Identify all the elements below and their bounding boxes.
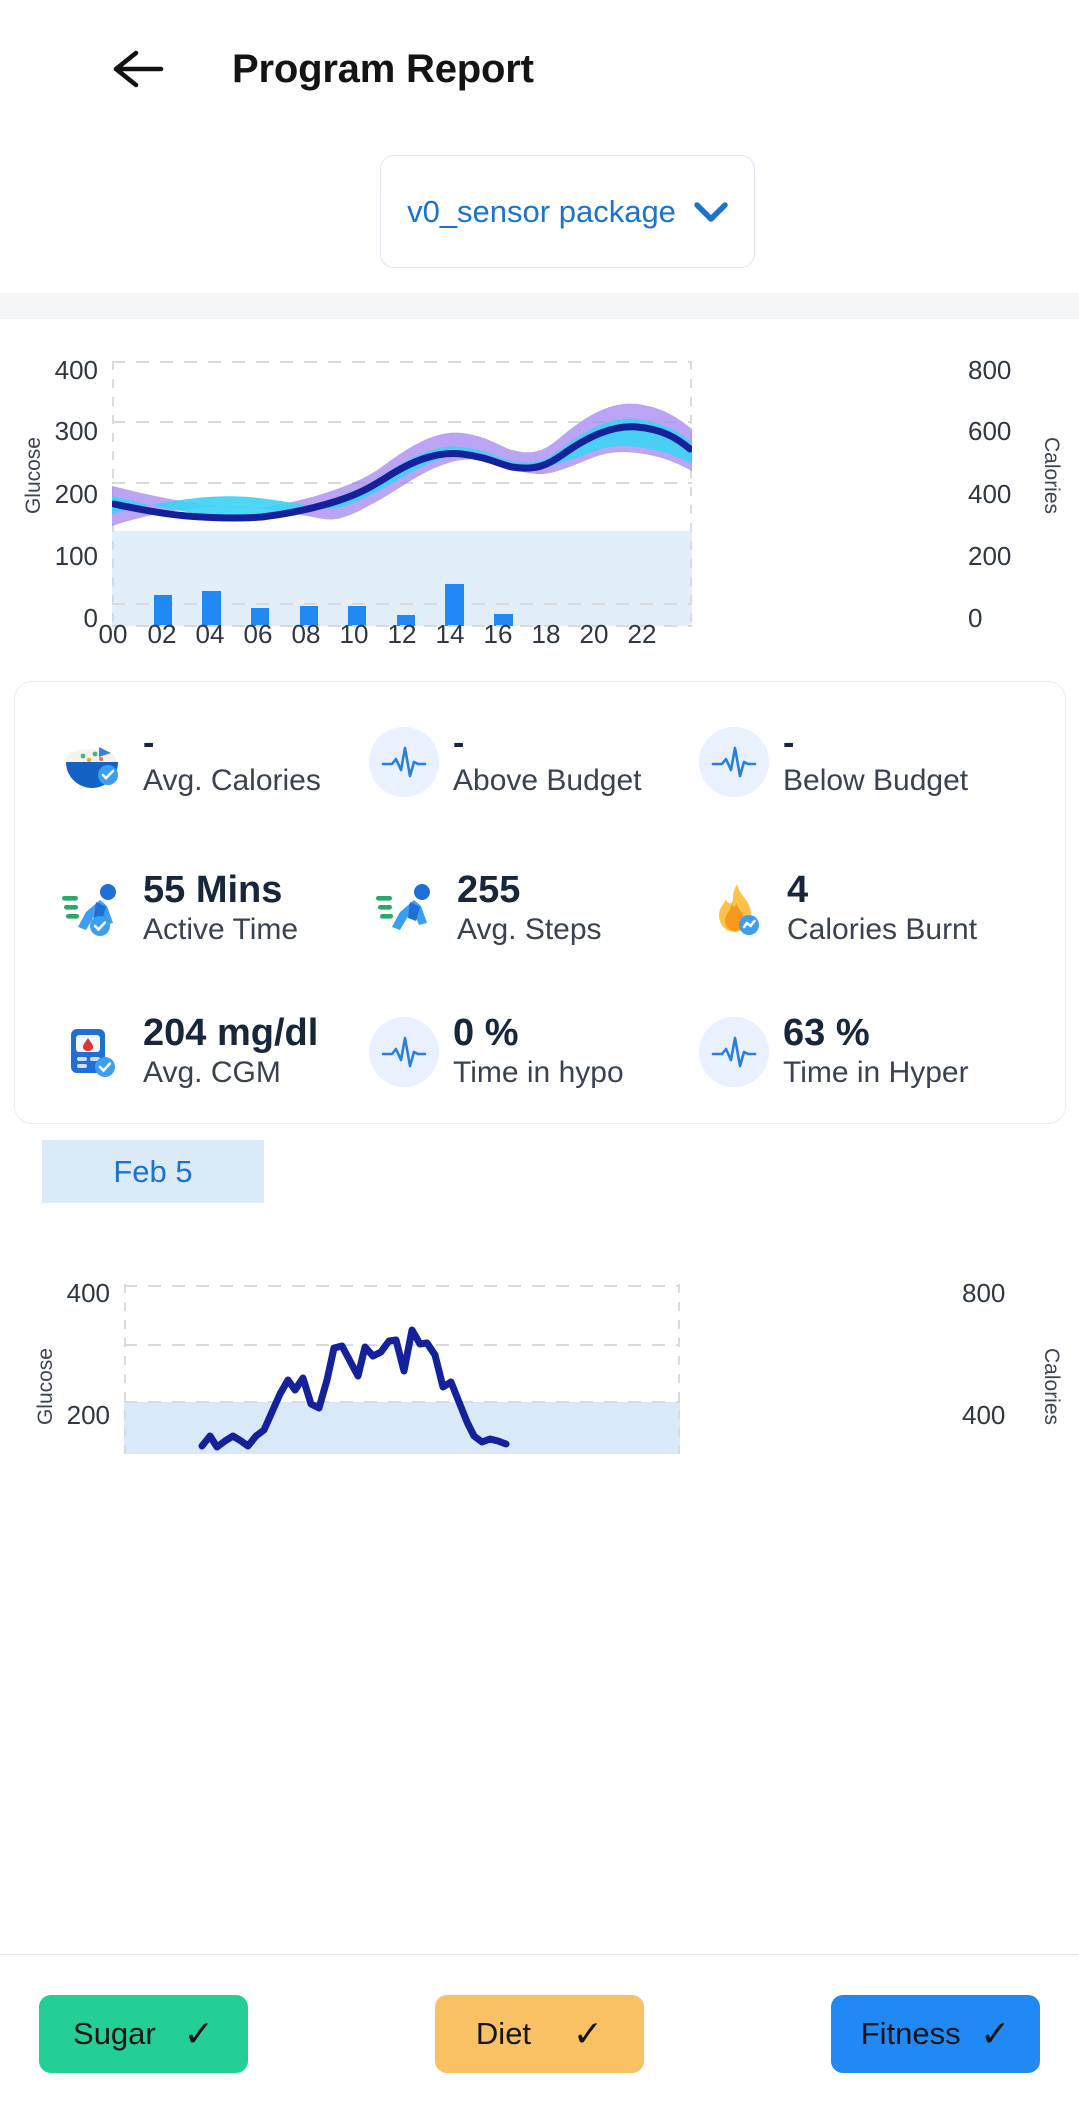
stat-label: Active Time [143, 912, 299, 946]
stat-avg-cgm: 204 mg/dl Avg. CGM [15, 978, 369, 1123]
stat-value: 55 Mins [143, 868, 283, 911]
stat-label: Avg. Calories [143, 763, 321, 797]
diet-button[interactable]: Diet ✓ [435, 1994, 644, 2073]
stat-value: 204 mg/dl [143, 1011, 319, 1054]
stat-value: - [453, 723, 465, 762]
chart1-y2tick-800: 800 [968, 355, 1012, 385]
stat-time-in-hypo: 0 % Time in hypo [369, 978, 699, 1123]
stat-value: 63 % [783, 1011, 870, 1054]
app-header: Program Report [0, 0, 1079, 138]
stat-value: 4 [787, 868, 809, 911]
running-person-icon [369, 872, 443, 946]
stat-label: Calories Burnt [787, 912, 978, 946]
rice-bowl-icon [55, 725, 129, 799]
package-select-wrapper: v0_sensor package [380, 155, 755, 268]
diet-button-label: Diet [475, 2015, 532, 2051]
flame-icon [699, 872, 773, 946]
date-chip-label: Feb 5 [113, 1153, 193, 1189]
chart1-y2tick-0: 0 [968, 603, 983, 633]
running-person-icon [55, 872, 129, 946]
fitness-button-label: Fitness [860, 2015, 961, 2051]
stat-label: Above Budget [453, 763, 642, 797]
chart1-y2tick-400: 400 [968, 479, 1012, 509]
chart1-ytick-400: 400 [54, 355, 98, 385]
stat-value: 255 [457, 868, 521, 911]
chart1-xtick-5: 10 [339, 619, 369, 649]
bottom-action-bar: Sugar ✓ Diet ✓ Fitness ✓ [0, 1954, 1079, 2112]
date-chip-feb-5[interactable]: Feb 5 [42, 1140, 264, 1203]
pulse-icon [369, 726, 439, 797]
chart1-xtick-0: 00 [98, 619, 128, 649]
stat-avg-steps: 255 Avg. Steps [369, 835, 699, 982]
chart1-xtick-9: 18 [531, 619, 561, 649]
page-title: Program Report [232, 46, 534, 91]
stats-row: 55 Mins Active Time 255 Avg. Steps 4 Cal… [15, 835, 1065, 982]
chart2-ytick-400: 400 [66, 1278, 110, 1308]
stat-value: - [143, 723, 155, 762]
chart1-xtick-3: 06 [243, 619, 273, 649]
stat-calories-burnt: 4 Calories Burnt [699, 835, 1039, 982]
chart1-xtick-10: 20 [579, 619, 609, 649]
sugar-button[interactable]: Sugar ✓ [39, 1994, 248, 2073]
chart1-xtick-1: 02 [147, 619, 177, 649]
stat-value: - [783, 723, 795, 762]
chart1-xtick-7: 14 [435, 619, 465, 649]
section-divider-band [0, 293, 1079, 319]
pulse-icon [699, 726, 769, 797]
chart1-xtick-6: 12 [387, 619, 417, 649]
stats-row: - Avg. Calories - Above Budget - Below B… [15, 688, 1065, 835]
chart2-ytick-200: 200 [66, 1400, 110, 1430]
chart2-y2tick-400: 400 [962, 1400, 1006, 1430]
chart1-ytick-100: 100 [54, 541, 98, 571]
glucometer-icon [55, 1015, 129, 1089]
chevron-down-icon [694, 201, 728, 222]
fitness-button[interactable]: Fitness ✓ [831, 1994, 1040, 2073]
chart1-xtick-8: 16 [483, 619, 513, 649]
chart1-ytick-300: 300 [54, 416, 98, 446]
stat-active-time: 55 Mins Active Time [15, 835, 369, 982]
stat-value: 0 % [453, 1011, 519, 1054]
chart2-plot [124, 1284, 680, 1454]
chart2-gridlines [124, 1285, 680, 1403]
stat-avg-calories: - Avg. Calories [15, 688, 369, 835]
summary-stats-card: - Avg. Calories - Above Budget - Below B… [14, 681, 1066, 1124]
chart-glucose-calories-aggregate: Glucose Calories 400 300 200 100 0 800 6… [0, 319, 1079, 679]
stat-below-budget: - Below Budget [699, 688, 1039, 835]
chart1-y2tick-200: 200 [968, 541, 1012, 571]
package-select[interactable]: v0_sensor package [380, 155, 755, 268]
package-select-value: v0_sensor package [407, 193, 676, 229]
sugar-button-label: Sugar [73, 2015, 156, 2051]
stat-label: Below Budget [783, 763, 969, 797]
arrow-left-icon [113, 50, 164, 88]
chart2-target-zone [124, 1402, 680, 1454]
stat-label: Avg. CGM [143, 1055, 281, 1089]
stat-time-in-hyper: 63 % Time in Hyper [699, 978, 1039, 1123]
stat-label: Time in hypo [453, 1055, 624, 1089]
check-icon: ✓ [183, 2012, 214, 2054]
chart1-y2tick-600: 600 [968, 416, 1012, 446]
chart1-xtick-2: 04 [195, 619, 225, 649]
chart1-xtick-11: 22 [627, 619, 657, 649]
stats-row: 204 mg/dl Avg. CGM 0 % Time in hypo 63 %… [15, 978, 1065, 1123]
stat-label: Avg. Steps [457, 912, 602, 946]
stat-above-budget: - Above Budget [369, 688, 699, 835]
chart1-xtick-4: 08 [291, 619, 321, 649]
check-icon: ✓ [980, 2012, 1011, 2054]
chart2-y2tick-800: 800 [962, 1278, 1006, 1308]
pulse-icon [369, 1016, 439, 1087]
chart1-ytick-200: 200 [54, 479, 98, 509]
chart-glucose-calories-feb5: Glucose Calories 400 200 800 400 [0, 1240, 1079, 1455]
check-icon: ✓ [572, 2012, 604, 2054]
stat-label: Time in Hyper [783, 1055, 969, 1089]
pulse-icon [699, 1016, 769, 1087]
back-button[interactable] [110, 41, 166, 97]
